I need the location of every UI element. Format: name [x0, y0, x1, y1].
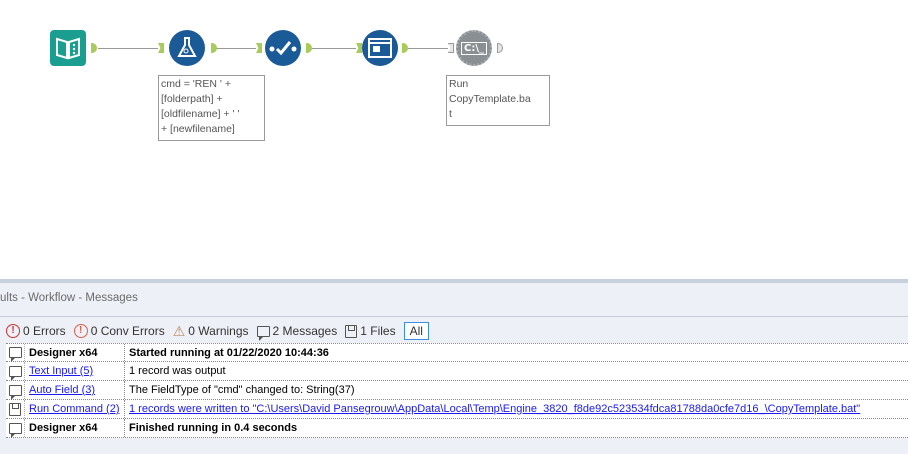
file-icon: [9, 402, 21, 416]
filter-messages[interactable]: 2 Messages: [256, 324, 338, 341]
text-input-tool[interactable]: [50, 30, 86, 66]
connection: [98, 48, 158, 49]
table-row: Designer x64 Started running at 01/22/20…: [6, 343, 908, 362]
message-text: 1 record was output: [124, 362, 908, 380]
error-icon: !: [6, 324, 20, 338]
message-text: The FieldType of "cmd" changed to: Strin…: [124, 381, 908, 399]
messages-table: Designer x64 Started running at 01/22/20…: [6, 343, 908, 438]
annotation-line: t: [449, 108, 452, 120]
filter-warnings[interactable]: ⚠ 0 Warnings: [173, 323, 249, 340]
book-icon: [56, 37, 80, 60]
flask-icon: [177, 37, 197, 57]
annotation-line: cmd = 'REN ' +: [161, 78, 231, 90]
filter-label: 0 Errors: [23, 324, 66, 338]
formula-tool[interactable]: [169, 30, 205, 66]
window-icon: [368, 38, 392, 58]
message-source-link[interactable]: Auto Field (3): [29, 384, 95, 396]
annotation-line: Run: [449, 78, 469, 90]
file-icon: [345, 324, 358, 338]
message-source: Designer x64: [24, 419, 124, 437]
filter-label: 2 Messages: [272, 324, 338, 338]
filter-files[interactable]: 1 Files: [345, 324, 396, 338]
check-icon: [269, 41, 297, 56]
message-text: Started running at 01/22/2020 10:44:36: [124, 344, 908, 361]
output-anchor[interactable]: [306, 43, 312, 53]
message-source-link[interactable]: Text Input (5): [29, 365, 93, 377]
cmd-gear-icon: C:\_: [461, 41, 487, 55]
annotation-line: [folderpath] +: [161, 93, 223, 105]
output-anchor[interactable]: [402, 43, 408, 53]
annotation-line: + [newfilename]: [161, 123, 235, 135]
input-anchor[interactable]: [256, 43, 262, 53]
run-command-disabled-tool[interactable]: C:\_: [456, 30, 492, 66]
message-icon: [8, 365, 22, 381]
run-command-tool[interactable]: [362, 30, 398, 66]
table-row: Run Command (2) 1 records were written t…: [6, 400, 908, 419]
results-panel: ults - Workflow - Messages ! 0 Errors ! 0 …: [0, 283, 908, 454]
message-source-link[interactable]: Run Command (2): [29, 403, 119, 415]
run-command-annotation[interactable]: Run CopyTemplate.ba t: [446, 75, 550, 126]
output-anchor[interactable]: [497, 43, 503, 53]
connection: [216, 48, 256, 49]
panel-title: ults - Workflow - Messages: [0, 292, 138, 304]
table-row: Auto Field (3) The FieldType of "cmd" ch…: [6, 381, 908, 400]
table-row: Designer x64 Finished running in 0.4 sec…: [6, 419, 908, 438]
annotation-line: [oldfilename] + ' ': [161, 108, 240, 120]
filter-label: 0 Warnings: [188, 324, 249, 338]
message-icon: [256, 325, 270, 341]
auto-field-tool[interactable]: [265, 30, 301, 66]
annotation-line: CopyTemplate.ba: [449, 93, 531, 105]
output-anchor[interactable]: [211, 43, 217, 53]
filter-errors[interactable]: ! 0 Errors: [6, 324, 66, 338]
conv-error-icon: !: [73, 324, 88, 338]
filter-label: 0 Conv Errors: [90, 324, 165, 338]
filter-label: 1 Files: [360, 324, 396, 338]
message-icon: [8, 347, 22, 362]
output-anchor[interactable]: [91, 43, 97, 53]
connection: [312, 48, 356, 49]
input-anchor[interactable]: [448, 43, 454, 53]
filter-all[interactable]: All: [403, 322, 429, 340]
message-text: Finished running in 0.4 seconds: [124, 419, 908, 437]
message-filters: ! 0 Errors ! 0 Conv Errors ⚠ 0 Warnings 2 M…: [6, 320, 429, 342]
message-icon: [8, 384, 22, 400]
message-source: Designer x64: [24, 344, 124, 361]
message-icon: [8, 422, 22, 438]
connection: [408, 48, 448, 49]
warning-icon: ⚠: [172, 322, 186, 339]
formula-annotation[interactable]: cmd = 'REN ' + [folderpath] + [oldfilena…: [158, 75, 265, 141]
input-anchor[interactable]: [158, 43, 164, 53]
table-row: Text Input (5) 1 record was output: [6, 362, 908, 381]
file-path-link[interactable]: 1 records were written to "C:\Users\Davi…: [129, 403, 860, 415]
divider: [0, 316, 908, 317]
workflow-canvas[interactable]: C:\_ cmd = 'REN ' + [folderpath] + [oldf…: [0, 0, 908, 279]
filter-conv-errors[interactable]: ! 0 Conv Errors: [73, 324, 165, 338]
